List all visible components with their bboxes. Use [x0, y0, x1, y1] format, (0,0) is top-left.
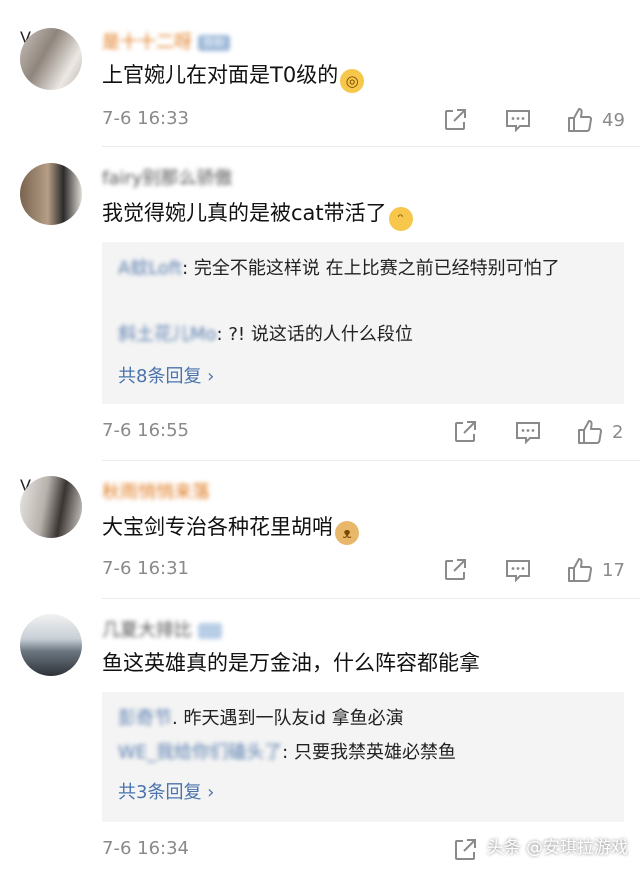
more-replies-link[interactable]: 共8条回复 › — [118, 362, 214, 388]
comment-icon — [506, 110, 530, 133]
laugh-cry-icon: ᵔ — [388, 207, 413, 231]
like-button[interactable]: 2 — [576, 418, 623, 446]
share-icon — [455, 839, 476, 860]
like-button[interactable]: 49 — [566, 106, 625, 134]
reply-button[interactable] — [504, 556, 532, 584]
reply-author[interactable]: A蚊Loft — [118, 258, 182, 279]
level-badge — [198, 623, 222, 639]
avatar[interactable] — [20, 614, 86, 680]
share-button[interactable] — [452, 836, 478, 864]
thumbs-up-icon — [578, 420, 602, 444]
reply-item: 斜土花儿Mo: ?! 说这话的人什么段位 — [118, 320, 610, 350]
username[interactable]: fairy别那么骄傲 — [102, 166, 232, 188]
reply-item: A蚊Loft: 完全不能这样说 在上比赛之前已经特别可怕了 — [118, 254, 610, 284]
comment-meta: 7-6 16:33 49 — [102, 106, 640, 136]
like-count: 17 — [602, 559, 625, 581]
timestamp: 7-6 16:34 — [102, 838, 189, 859]
share-icon — [445, 109, 466, 130]
more-replies-link[interactable]: 共3条回复 › — [118, 778, 214, 804]
username[interactable]: 是十十二呀 铁粉 — [102, 30, 230, 52]
reply-button[interactable] — [504, 106, 532, 134]
timestamp: 7-6 16:55 — [102, 420, 189, 441]
reply-preview-box[interactable]: 彭奇节. 昨天遇到一队友id 拿鱼必演 WE_我给你们磕头了: 只要我禁英雄必禁… — [102, 692, 624, 822]
comment-icon — [516, 422, 540, 445]
share-button[interactable] — [442, 556, 468, 584]
divider — [102, 598, 640, 599]
username[interactable]: 几夏大排比 — [102, 618, 222, 640]
thumbs-up-icon — [568, 108, 592, 132]
reply-preview-box[interactable]: A蚊Loft: 完全不能这样说 在上比赛之前已经特别可怕了 斜土花儿Mo: ?!… — [102, 242, 624, 404]
comment-icon — [506, 560, 530, 583]
reply-text: : 只要我禁英雄必禁鱼 — [282, 742, 456, 763]
reply-button[interactable] — [514, 418, 542, 446]
timestamp: 7-6 16:33 — [102, 108, 189, 129]
share-icon — [455, 421, 476, 442]
thumbs-up-icon — [568, 558, 592, 582]
doge-icon: ᴥ — [335, 521, 359, 545]
divider — [102, 146, 640, 147]
reply-text: : 完全不能这样说 在上比赛之前已经特别可怕了 — [182, 258, 560, 279]
reply-item: WE_我给你们磕头了: 只要我禁英雄必禁鱼 — [118, 738, 610, 768]
share-icon — [445, 559, 466, 580]
like-button[interactable]: 17 — [566, 556, 625, 584]
like-count: 49 — [602, 109, 625, 131]
reply-text: : ?! 说这话的人什么段位 — [216, 324, 413, 345]
reply-author[interactable]: WE_我给你们磕头了 — [118, 742, 282, 763]
avatar[interactable] — [20, 163, 86, 229]
reply-author[interactable]: 彭奇节 — [118, 708, 172, 729]
share-button[interactable] — [452, 418, 478, 446]
comment-text: 鱼这英雄真的是万金油，什么阵容都能拿 — [102, 651, 480, 675]
like-count: 2 — [612, 421, 624, 443]
reply-text: . 昨天遇到一队友id 拿鱼必演 — [172, 708, 404, 729]
timestamp: 7-6 16:31 — [102, 558, 189, 579]
comment-text: 上官婉儿在对面是T0级的 ◎ — [102, 60, 365, 93]
share-button[interactable] — [442, 106, 468, 134]
comment-text: 我觉得婉儿真的是被cat带活了 ᵔ — [102, 198, 413, 231]
comment-meta: 7-6 16:31 17 — [102, 556, 640, 586]
avatar[interactable]: V — [20, 476, 86, 542]
comment-text: 大宝剑专治各种花里胡哨 ᴥ — [102, 512, 359, 545]
watermark: 头条 @安琪拉游戏 — [486, 838, 628, 858]
username[interactable]: 秋雨悄悄来落 — [102, 480, 210, 502]
divider — [102, 460, 640, 461]
dizzy-face-icon: ◎ — [340, 69, 365, 93]
avatar[interactable]: V — [20, 28, 86, 94]
reply-item: 彭奇节. 昨天遇到一队友id 拿鱼必演 — [118, 704, 610, 734]
reply-author[interactable]: 斜土花儿Mo — [118, 324, 217, 345]
fan-badge: 铁粉 — [198, 35, 230, 51]
comment-meta: 7-6 16:55 2 — [102, 418, 640, 448]
